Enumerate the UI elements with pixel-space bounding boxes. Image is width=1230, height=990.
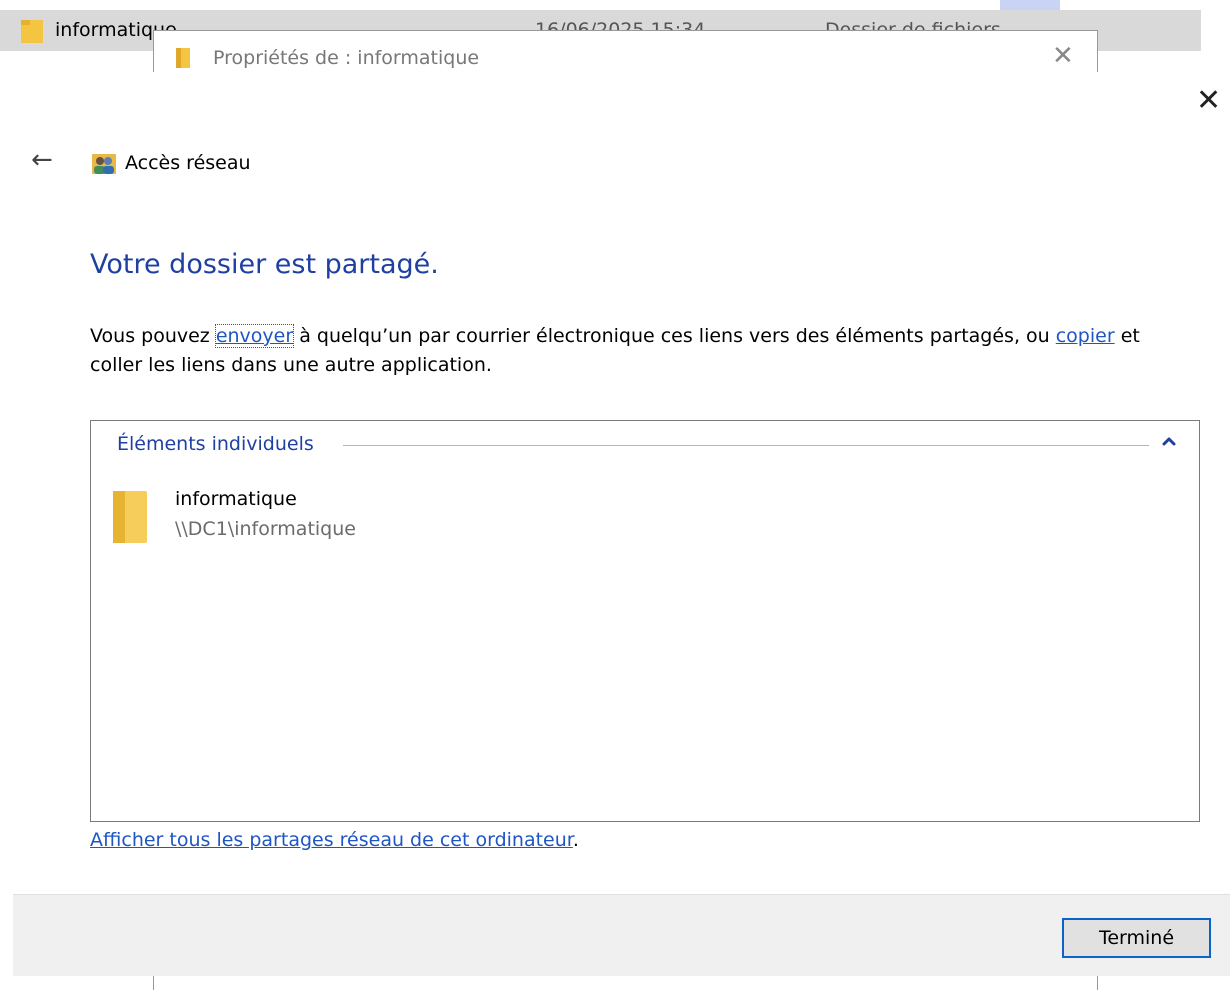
back-arrow-icon[interactable]: ← <box>31 147 53 173</box>
folder-icon <box>113 491 147 543</box>
instructions-middle: à quelqu’un par courrier électronique ce… <box>293 325 1056 347</box>
page-heading: Votre dossier est partagé. <box>90 249 439 280</box>
properties-dialog: Propriétés de : informatique ✕ <box>153 30 1098 72</box>
shared-items-list: Éléments individuels informatique \\DC1\… <box>90 420 1200 822</box>
show-all-shares-link[interactable]: Afficher tous les partages réseau de cet… <box>90 829 573 851</box>
close-icon[interactable]: ✕ <box>1052 41 1074 71</box>
properties-dialog-title: Propriétés de : informatique <box>213 47 480 69</box>
copy-link[interactable]: copier <box>1056 325 1115 347</box>
properties-dialog-edge <box>153 976 154 990</box>
group-header-divider <box>343 445 1149 446</box>
chevron-up-icon[interactable] <box>1159 431 1179 451</box>
wizard-title: Accès réseau <box>125 152 251 174</box>
properties-dialog-edge <box>1097 976 1098 990</box>
folder-icon <box>21 20 43 43</box>
list-item-path: \\DC1\informatique <box>175 518 356 540</box>
wizard-footer: Terminé <box>13 894 1230 976</box>
folder-icon <box>176 48 190 68</box>
show-all-period: . <box>572 829 579 851</box>
group-header-label: Éléments individuels <box>117 433 314 455</box>
network-access-wizard: ✕ ← Accès réseau Votre dossier est parta… <box>13 72 1230 976</box>
show-all-shares: Afficher tous les partages réseau de cet… <box>90 829 579 851</box>
done-button[interactable]: Terminé <box>1062 918 1211 958</box>
send-link[interactable]: envoyer <box>214 324 295 348</box>
instructions-text: Vous pouvez envoyer à quelqu’un par cour… <box>90 322 1170 380</box>
network-users-icon <box>92 154 116 174</box>
instructions-prefix: Vous pouvez <box>90 325 216 347</box>
close-icon[interactable]: ✕ <box>1196 86 1221 116</box>
list-item-name[interactable]: informatique <box>175 488 297 510</box>
